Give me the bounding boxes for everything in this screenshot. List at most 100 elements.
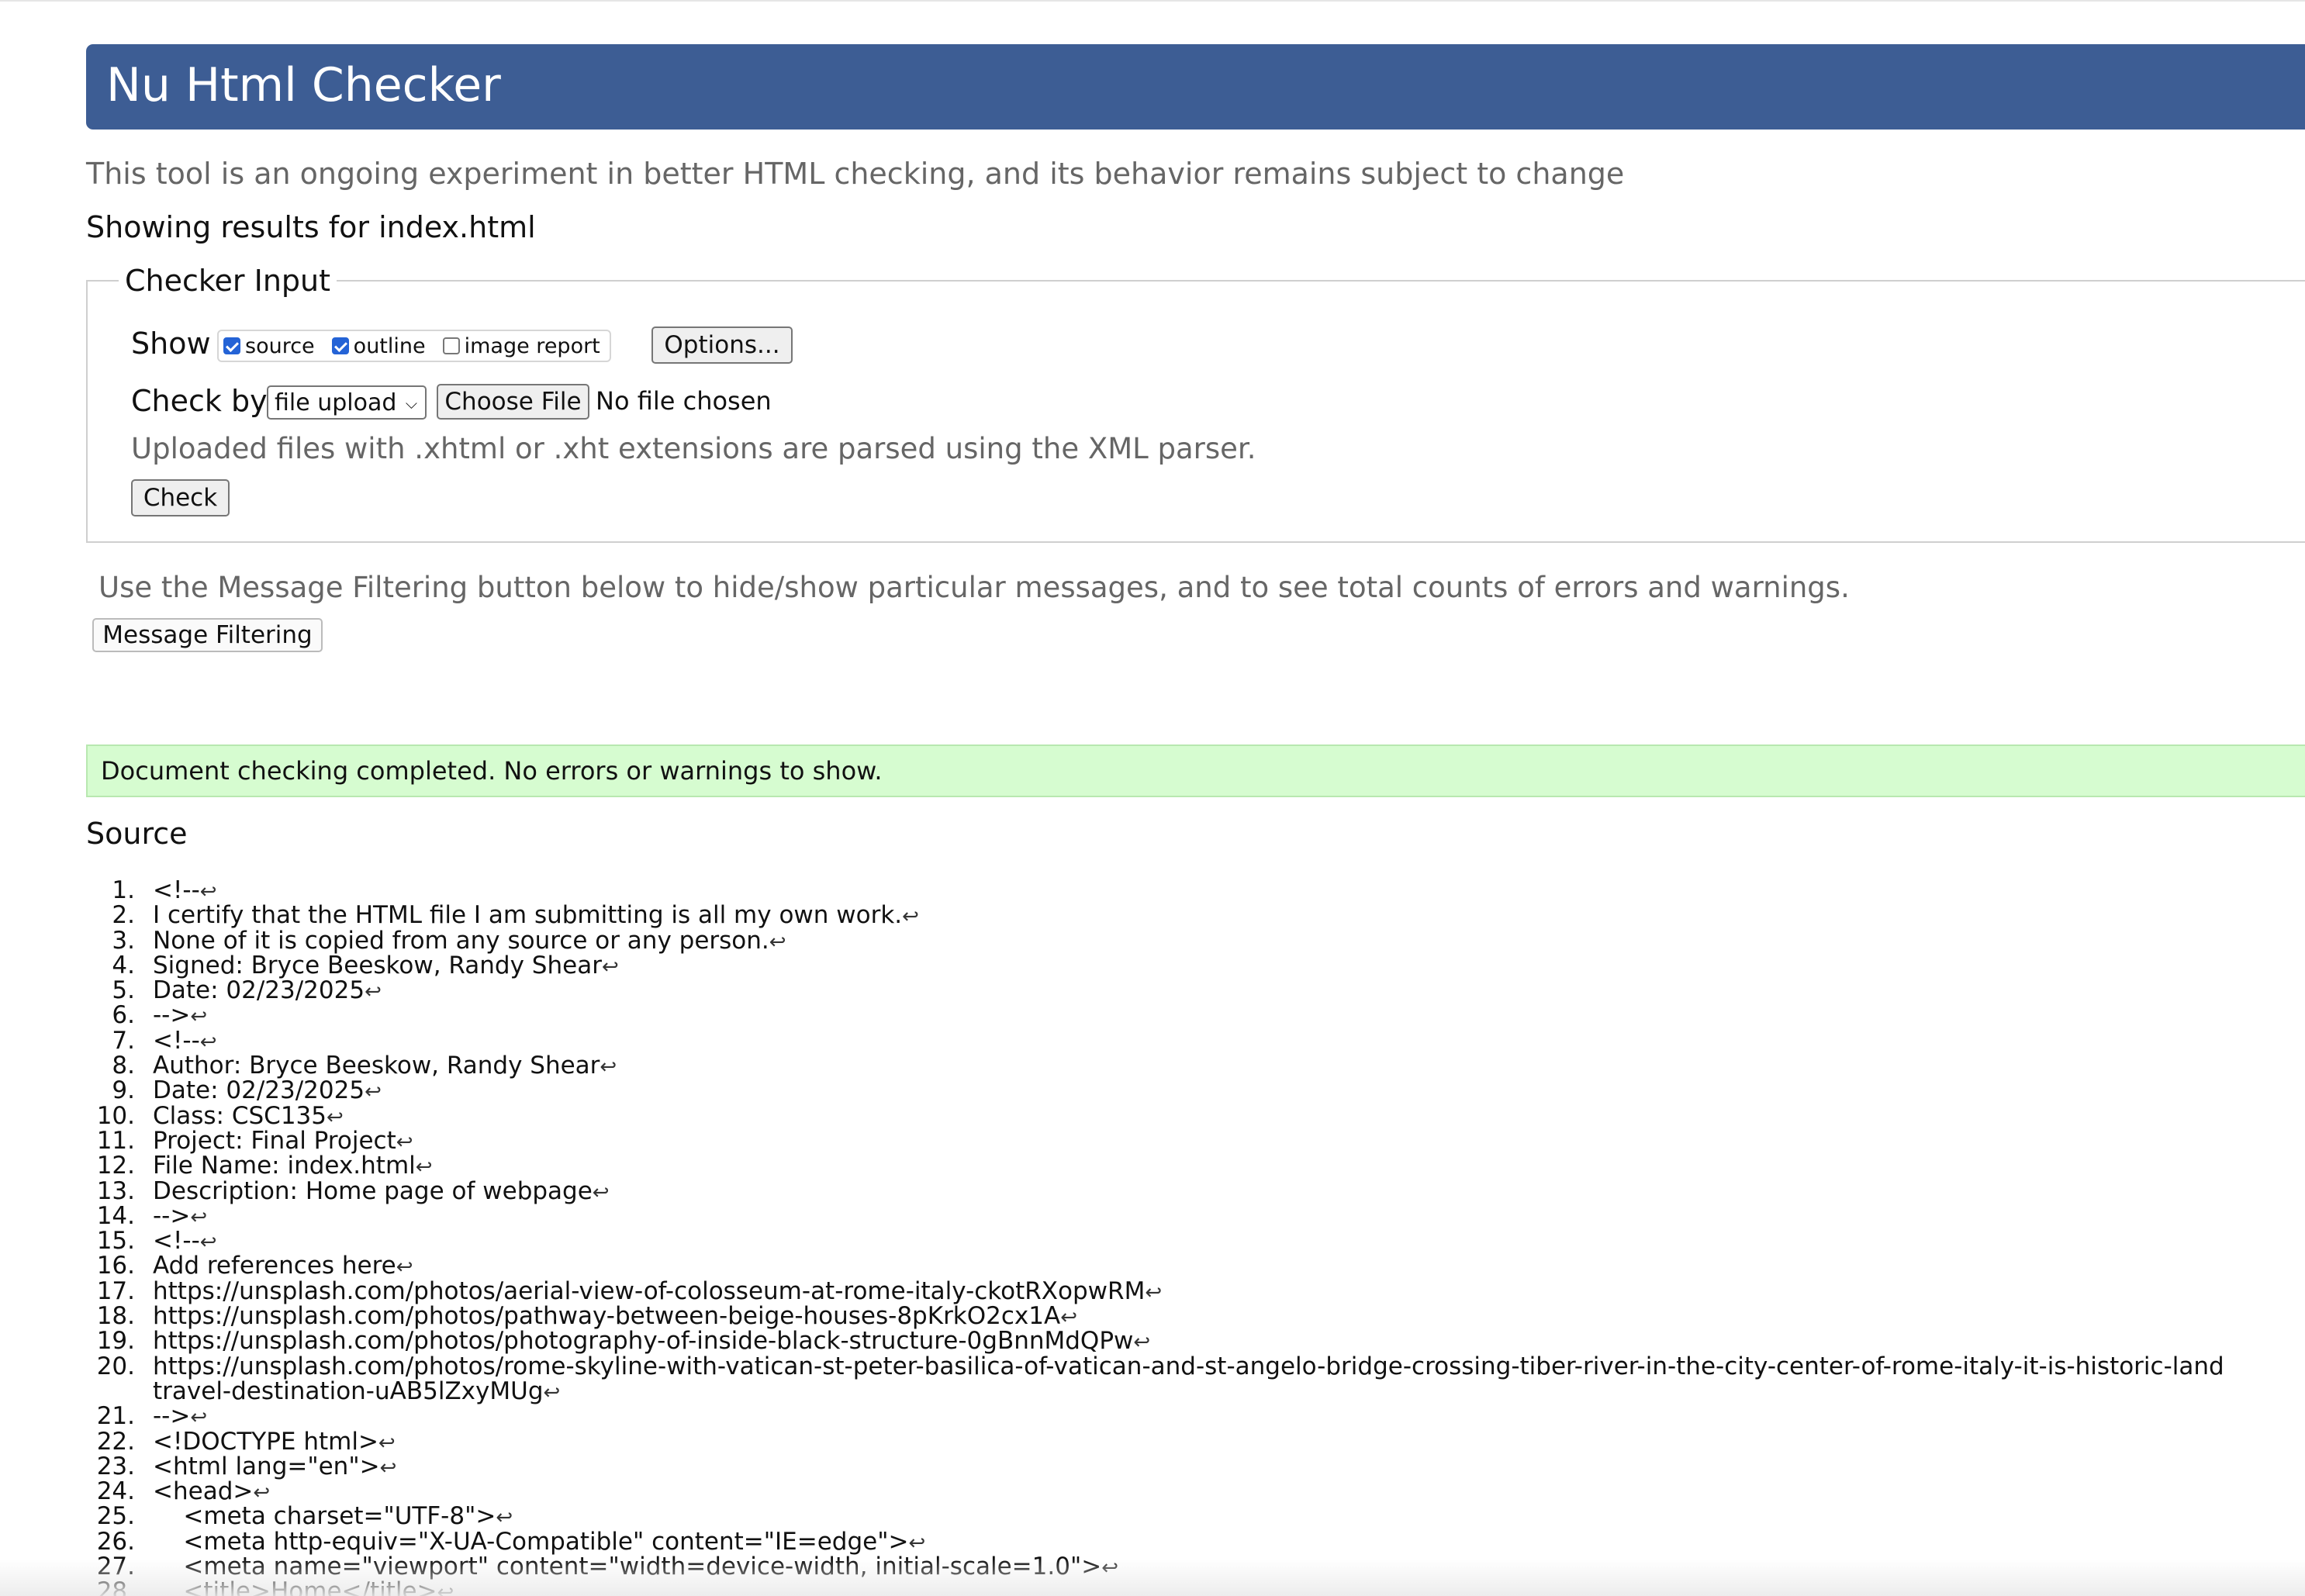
check-button[interactable]: Check <box>131 479 230 516</box>
line-number: 14. <box>96 1201 135 1230</box>
line-text: --> <box>153 1201 191 1230</box>
result-message: Document checking completed. No errors o… <box>101 756 883 786</box>
source-line: 2. I certify that the HTML file I am subm… <box>0 903 2305 928</box>
image-report-option-label: image report <box>464 333 600 358</box>
line-text: Description: Home page of webpage <box>153 1176 593 1205</box>
return-icon: ↩ <box>543 1380 561 1404</box>
return-icon: ↩ <box>496 1506 513 1530</box>
line-number: 23. <box>96 1452 135 1480</box>
line-text: https://unsplash.com/photos/pathway-betw… <box>153 1302 1061 1331</box>
source-line: 13. Description: Home page of webpage↩ <box>0 1176 2305 1205</box>
subtitle: This tool is an ongoing experiment in be… <box>86 157 1625 191</box>
image-report-checkbox[interactable] <box>442 337 460 354</box>
source-line: 11. Project: Final Project↩ <box>0 1126 2305 1155</box>
source-line: 1. <!--↩ <box>0 878 2305 903</box>
line-text: Author: Bryce Beeskow, Randy Shear <box>153 1052 600 1080</box>
line-code: -->↩ <box>153 1404 207 1430</box>
return-icon: ↩ <box>378 1431 396 1455</box>
line-number: 19. <box>96 1327 135 1356</box>
line-text: --> <box>153 1001 191 1030</box>
message-filtering-button[interactable]: Message Filtering <box>92 618 323 652</box>
source-line: 21. -->↩ <box>0 1404 2305 1430</box>
line-number: 13. <box>96 1176 135 1205</box>
line-text: I certify that the HTML file I am submit… <box>153 901 903 930</box>
source-line: 25. <meta charset="UTF-8">↩ <box>0 1504 2305 1529</box>
source-line: 3. None of it is copied from any source o… <box>0 928 2305 953</box>
source-line: 8. Author: Bryce Beeskow, Randy Shear↩ <box>0 1052 2305 1080</box>
line-number: 8. <box>112 1052 135 1080</box>
return-icon: ↩ <box>199 1231 217 1255</box>
upload-hint: Uploaded files with .xhtml or .xht exten… <box>131 432 1256 465</box>
checker-input-legend: Checker Input <box>125 264 331 298</box>
line-text: Date: 02/23/2025 <box>153 1076 365 1105</box>
return-icon: ↩ <box>415 1156 433 1180</box>
source-line: 6. -->↩ <box>0 1003 2305 1028</box>
show-source-option[interactable]: source <box>223 334 315 358</box>
line-text: <meta charset="UTF-8"> <box>153 1502 496 1531</box>
show-image-report-option[interactable]: image report <box>442 333 600 358</box>
line-text: File Name: index.html <box>153 1152 416 1180</box>
line-code: None of it is copied from any source or … <box>153 928 786 955</box>
return-icon: ↩ <box>1133 1331 1151 1355</box>
line-code: I certify that the HTML file I am submit… <box>153 903 919 929</box>
line-text: Project: Final Project <box>153 1126 396 1155</box>
line-number: 15. <box>96 1227 135 1256</box>
return-icon: ↩ <box>601 955 619 979</box>
return-icon: ↩ <box>190 1406 208 1430</box>
options-button[interactable]: Options... <box>651 326 793 364</box>
return-icon: ↩ <box>253 1481 271 1505</box>
line-number: 24. <box>96 1477 135 1506</box>
showing-results: Showing results for index.html <box>86 210 536 244</box>
source-line: 23. <html lang="en">↩ <box>0 1452 2305 1480</box>
line-code: <!--↩ <box>153 1228 217 1255</box>
source-line: 12. File Name: index.html↩ <box>0 1152 2305 1180</box>
return-icon: ↩ <box>327 1105 344 1129</box>
return-icon: ↩ <box>190 1005 208 1029</box>
return-icon: ↩ <box>1060 1306 1078 1330</box>
line-text: <!DOCTYPE html> <box>153 1427 378 1456</box>
line-code: File Name: index.html↩ <box>153 1153 433 1180</box>
line-text: --> <box>153 1402 191 1431</box>
line-code: https://unsplash.com/photos/rome-skyline… <box>153 1353 2224 1406</box>
line-number: 11. <box>96 1126 135 1155</box>
line-number: 7. <box>112 1026 135 1055</box>
source-checkbox[interactable] <box>223 337 240 354</box>
show-outline-option[interactable]: outline <box>331 334 426 358</box>
line-number: 16. <box>96 1252 135 1280</box>
line-text: https://unsplash.com/photos/photography-… <box>153 1327 1134 1356</box>
line-code: <meta charset="UTF-8">↩ <box>153 1504 513 1530</box>
line-text: Signed: Bryce Beeskow, Randy Shear <box>153 951 602 979</box>
return-icon: ↩ <box>908 1531 926 1555</box>
check-by-value: file upload <box>275 389 397 416</box>
choose-file-button[interactable]: Choose File <box>437 384 589 420</box>
return-icon: ↩ <box>902 905 919 929</box>
line-number: 5. <box>112 976 135 1005</box>
source-line: 14. -->↩ <box>0 1201 2305 1230</box>
line-text-continued: travel-destination-uAB5lZxyMUg <box>153 1377 544 1405</box>
line-code: https://unsplash.com/photos/pathway-betw… <box>153 1304 1077 1330</box>
return-icon: ↩ <box>365 980 382 1004</box>
line-code: -->↩ <box>153 1003 207 1029</box>
line-code: <html lang="en">↩ <box>153 1454 396 1480</box>
line-text: <meta http-equiv="X-UA-Compatible" conte… <box>153 1527 909 1556</box>
line-text: <!-- <box>153 1026 200 1055</box>
outline-checkbox[interactable] <box>331 337 349 354</box>
return-icon: ↩ <box>396 1130 413 1154</box>
return-icon: ↩ <box>365 1080 382 1104</box>
bottom-fade <box>0 1559 2305 1596</box>
line-number: 22. <box>96 1427 135 1456</box>
line-text: <head> <box>153 1477 254 1506</box>
line-text: Class: CSC135 <box>153 1101 327 1130</box>
line-number: 26. <box>96 1527 135 1556</box>
line-number: 12. <box>96 1152 135 1180</box>
source-line: 18. https://unsplash.com/photos/pathway-b… <box>0 1304 2305 1330</box>
check-by-select[interactable]: file upload ⌵ <box>267 385 427 420</box>
line-number: 6. <box>112 1001 135 1030</box>
source-option-label: source <box>245 333 315 358</box>
line-code: Author: Bryce Beeskow, Randy Shear↩ <box>153 1053 617 1080</box>
line-number: 17. <box>96 1276 135 1305</box>
app-title: Nu Html Checker <box>106 58 501 112</box>
line-code: Date: 02/23/2025↩ <box>153 1078 382 1104</box>
line-number: 9. <box>112 1076 135 1105</box>
line-text: Add references here <box>153 1252 396 1280</box>
